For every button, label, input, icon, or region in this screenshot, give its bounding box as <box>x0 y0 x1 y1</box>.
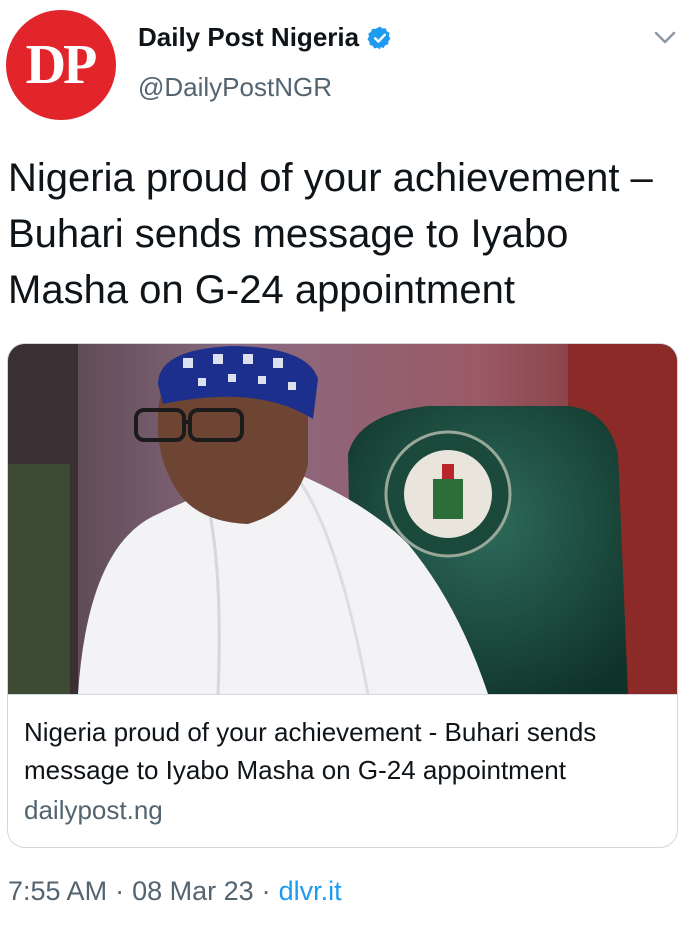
avatar-logo-text: DP <box>25 34 98 96</box>
card-title[interactable]: Nigeria proud of your achievement - Buha… <box>24 713 664 789</box>
meta-separator: · <box>261 876 271 906</box>
tweet-date[interactable]: 08 Mar 23 <box>132 876 254 907</box>
card-domain: dailypost.ng <box>24 795 163 825</box>
verified-badge-icon <box>367 25 393 51</box>
card-image[interactable] <box>8 344 678 694</box>
link-card[interactable]: Nigeria proud of your achievement - Buha… <box>7 343 678 848</box>
tweet-time[interactable]: 7:55 AM <box>8 876 107 907</box>
card-body[interactable]: Nigeria proud of your achievement - Buha… <box>8 694 677 847</box>
meta-separator: · <box>115 876 125 906</box>
tweet-meta: 7:55 AM · 08 Mar 23 · dlvr.it <box>8 876 342 907</box>
chevron-down-icon[interactable] <box>652 28 678 48</box>
tweet-text: Nigeria proud of your achievement – Buha… <box>8 156 653 312</box>
display-name[interactable]: Daily Post Nigeria <box>138 22 359 53</box>
avatar[interactable]: DP <box>6 10 116 120</box>
tweet-source-link[interactable]: dlvr.it <box>279 876 342 907</box>
author-name-row[interactable]: Daily Post Nigeria <box>138 22 393 53</box>
author-handle[interactable]: @DailyPostNGR <box>138 72 332 103</box>
